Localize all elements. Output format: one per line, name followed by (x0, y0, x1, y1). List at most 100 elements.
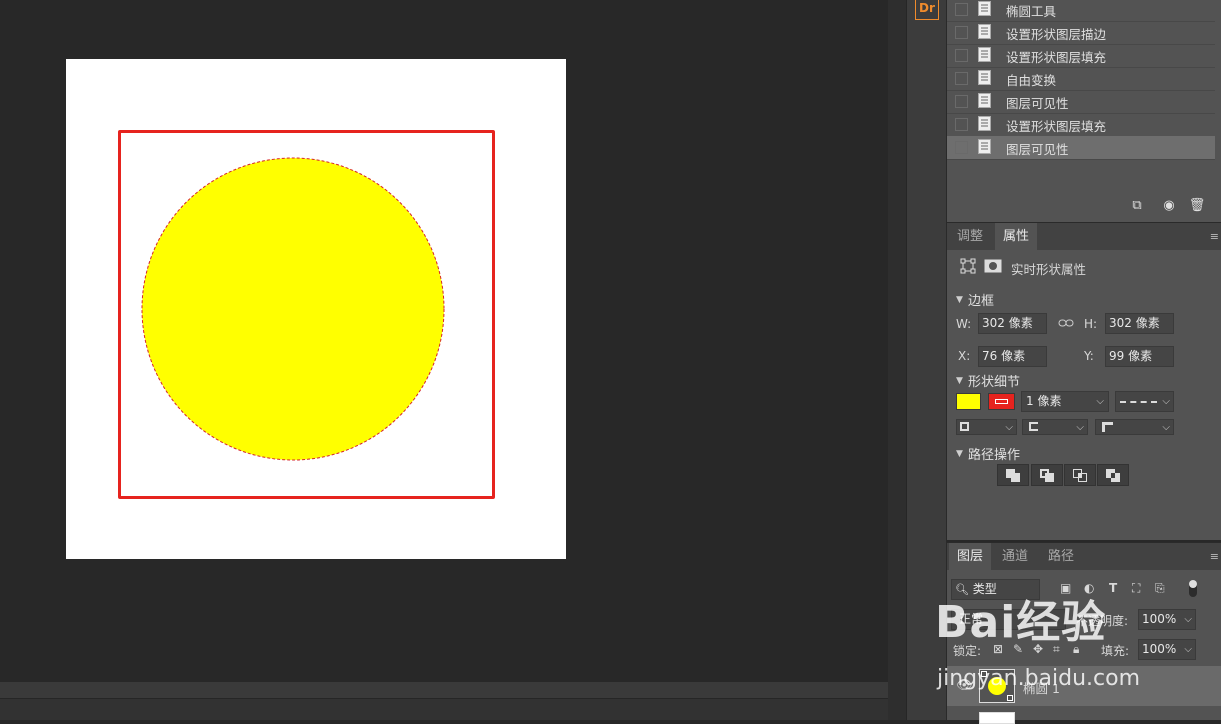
layer-name[interactable]: 椭圆 1 (1023, 678, 1060, 697)
intersect-shape-areas-button[interactable] (1064, 464, 1096, 486)
stroke-corner-select[interactable]: ⌵ (1095, 419, 1174, 435)
fill-value: 100% (1142, 642, 1177, 656)
stroke-type-select[interactable]: ⌵ (1115, 391, 1174, 412)
eye-icon[interactable]: 👁︎ (956, 678, 973, 693)
image-filter-icon[interactable]: ▣ (1060, 581, 1071, 595)
x-input[interactable]: 76 像素 (978, 346, 1047, 367)
layer-row[interactable] (947, 707, 1221, 724)
snapshot-checkbox[interactable] (955, 26, 968, 39)
history-item-label: 设置形状图层描边 (1006, 27, 1107, 42)
stroke-corner-icon (1102, 422, 1113, 432)
fill-input[interactable]: 100% ⌵ (1138, 639, 1196, 660)
blend-mode-select[interactable]: 正常 (951, 609, 1066, 630)
layer-thumbnail[interactable] (979, 669, 1015, 703)
opacity-label: 不透明度: (1076, 614, 1129, 628)
stroke-width-value: 1 像素 (1026, 394, 1062, 408)
snapshot-checkbox[interactable] (955, 118, 968, 131)
bounds-section-title: 边框 (968, 294, 995, 309)
camera-icon[interactable]: ◉ (1159, 196, 1179, 216)
history-state-icon (978, 139, 991, 154)
chevron-down-icon: ⌵ (1162, 422, 1170, 433)
smart-object-filter-icon[interactable]: ⎘ (1155, 581, 1165, 596)
width-input[interactable]: 302 像素 (978, 313, 1047, 334)
shape-filter-icon[interactable]: ⛶ (1132, 581, 1140, 596)
lock-position-icon[interactable]: ✥ (1033, 642, 1043, 656)
layer-row-selected[interactable]: 👁︎ 椭圆 1 (947, 666, 1221, 706)
stroke-cap-select[interactable]: ⌵ (1022, 419, 1088, 435)
collapse-chevron-icon[interactable]: ▼ (956, 449, 963, 459)
tab-paths[interactable]: 路径 (1040, 543, 1082, 571)
properties-tabbar: 调整 属性 ≡ (947, 222, 1221, 251)
collapse-chevron-icon[interactable]: ▼ (956, 376, 963, 386)
panel-dock (906, 0, 947, 720)
history-item-label: 自由变换 (1006, 73, 1057, 88)
properties-title: 实时形状属性 (1011, 262, 1087, 277)
snapshot-checkbox[interactable] (955, 3, 968, 16)
exclude-overlapping-shapes-button[interactable] (1097, 464, 1129, 486)
history-item[interactable]: 设置形状图层填充 (947, 113, 1215, 137)
tab-layers[interactable]: 图层 (949, 543, 992, 571)
mask-properties-icon[interactable] (984, 259, 1002, 273)
x-label: X: (958, 349, 971, 363)
tab-properties[interactable]: 属性 (995, 223, 1038, 251)
horizontal-scrollbar[interactable] (0, 682, 888, 698)
lock-pixels-icon[interactable]: ✎ (1013, 642, 1023, 656)
background-layer-thumbnail[interactable] (979, 712, 1015, 724)
filter-toggle-switch[interactable] (1189, 580, 1197, 597)
layer-filter-select[interactable]: 🔍︎ 类型 (951, 579, 1040, 600)
tab-adjustments[interactable]: 调整 (949, 223, 991, 251)
ellipse-shape[interactable] (140, 156, 446, 462)
dreamweaver-icon[interactable]: Dr (915, 0, 939, 20)
adjustment-filter-icon[interactable]: ◐ (1084, 581, 1094, 595)
snapshot-checkbox[interactable] (955, 72, 968, 85)
snapshot-checkbox[interactable] (955, 49, 968, 62)
new-document-from-state-icon[interactable]: ⧉ (1127, 196, 1147, 216)
y-input[interactable]: 99 像素 (1105, 346, 1174, 367)
history-item-active[interactable]: 图层可见性 (947, 136, 1215, 160)
history-state-icon (978, 70, 991, 85)
history-item[interactable]: 图层可见性 (947, 90, 1215, 114)
lock-label: 锁定: (953, 644, 982, 658)
chevron-down-icon: ⌵ (1096, 396, 1104, 407)
tab-channels[interactable]: 通道 (994, 543, 1036, 571)
subtract-front-shape-button[interactable] (1031, 464, 1063, 486)
panel-menu-icon[interactable]: ≡ (1210, 230, 1219, 243)
history-state-icon (978, 24, 991, 39)
stroke-color-swatch[interactable] (988, 393, 1015, 410)
opacity-input[interactable]: 100% ⌵ (1138, 609, 1196, 630)
panel-menu-icon[interactable]: ≡ (1210, 550, 1219, 563)
shape-details-section-title: 形状细节 (968, 375, 1021, 390)
history-item-label: 图层可见性 (1006, 142, 1069, 157)
width-label: W: (956, 317, 972, 331)
history-item[interactable]: 设置形状图层填充 (947, 44, 1215, 68)
history-item-label: 椭圆工具 (1006, 4, 1057, 19)
height-input[interactable]: 302 像素 (1105, 313, 1174, 334)
shape-properties-icon[interactable] (960, 258, 976, 274)
history-footer: ⧉ ◉ 🗑 (947, 196, 1221, 220)
stroke-align-select[interactable]: ⌵ (956, 419, 1017, 435)
properties-panel: 实时形状属性 ▼ 边框 W: 302 像素 H: 302 像素 X: 76 像素… (947, 250, 1221, 540)
path-operations-group (997, 464, 1131, 487)
collapse-chevron-icon[interactable]: ▼ (956, 295, 963, 305)
history-item[interactable]: 椭圆工具 (947, 0, 1215, 22)
fill-color-swatch[interactable] (956, 393, 981, 410)
history-state-icon (978, 93, 991, 108)
y-label: Y: (1084, 349, 1094, 363)
trash-icon[interactable]: 🗑 (1187, 196, 1207, 216)
link-icon[interactable] (1058, 318, 1074, 328)
combine-shapes-button[interactable] (997, 464, 1029, 486)
lock-artboard-icon[interactable]: ⌗ (1053, 642, 1060, 657)
history-item-label: 设置形状图层填充 (1006, 50, 1107, 65)
history-state-icon (978, 116, 991, 131)
history-item[interactable]: 设置形状图层描边 (947, 21, 1215, 45)
path-operations-section-title: 路径操作 (968, 448, 1021, 463)
snapshot-checkbox[interactable] (955, 141, 968, 154)
history-item[interactable]: 自由变换 (947, 67, 1215, 91)
type-filter-icon[interactable]: T (1109, 581, 1117, 595)
chevron-down-icon: ⌵ (1005, 422, 1013, 433)
stroke-width-select[interactable]: 1 像素 ⌵ (1021, 391, 1109, 412)
snapshot-checkbox[interactable] (955, 95, 968, 108)
lock-all-icon[interactable]: 🔒︎ (1073, 642, 1079, 657)
panel-divider[interactable] (888, 0, 906, 720)
lock-transparent-icon[interactable]: ⊠ (993, 642, 1003, 656)
